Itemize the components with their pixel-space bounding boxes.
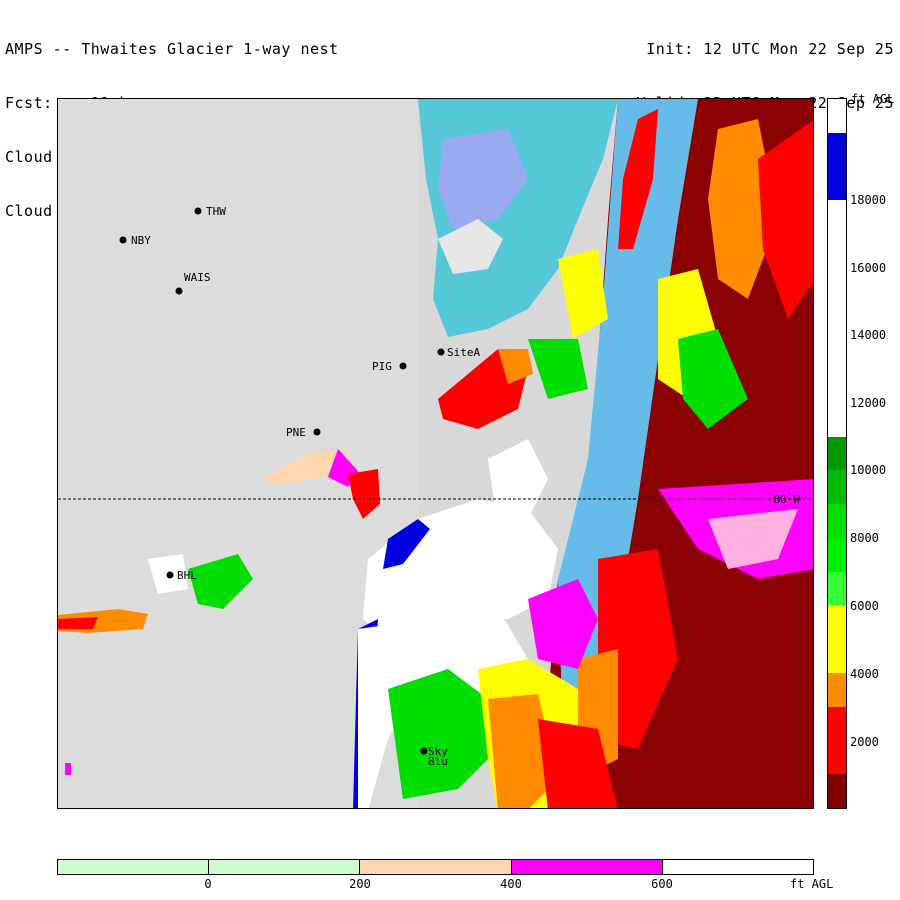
- colorbar-segment: [828, 402, 846, 437]
- svg-text:PNE: PNE: [286, 426, 306, 439]
- svg-text:Blu: Blu: [428, 755, 448, 768]
- hbar-segment: [360, 860, 512, 874]
- svg-text:THW: THW: [206, 205, 226, 218]
- hbar-segment: [662, 860, 814, 874]
- forecast-label: Fcst:: [5, 94, 53, 112]
- colorbar-tick-14000: 14000: [850, 328, 887, 342]
- colorbar-segment: [828, 774, 846, 809]
- hbar-tick-0: 0: [204, 877, 212, 891]
- colorbar-segment: [828, 99, 846, 133]
- colorbar-horizontal: [57, 859, 814, 875]
- station-blu: Blu: [428, 755, 448, 768]
- colorbar-segment: [828, 673, 846, 707]
- colorbar-segment: [828, 335, 846, 370]
- svg-text:PIG: PIG: [372, 360, 392, 373]
- parallel-label-80w: 80 W: [774, 493, 801, 506]
- colorbar-segment: [828, 639, 846, 674]
- colorbar-segment: [828, 301, 846, 336]
- colorbar-segment: [828, 470, 846, 505]
- colorbar-segment: [828, 504, 846, 538]
- colorbar-tick-6000: 6000: [850, 599, 879, 613]
- colorbar-tick-2000: 2000: [850, 735, 879, 749]
- colorbar-segment: [828, 132, 846, 167]
- hbar-segment: [209, 860, 361, 874]
- svg-text:SiteA: SiteA: [447, 346, 480, 359]
- colorbar-segment: [828, 369, 846, 403]
- hbar-tick-200: 200: [349, 877, 371, 891]
- colorbar-segment: [828, 605, 846, 640]
- colorbar-segment: [828, 234, 846, 268]
- colorbar-tick-4000: 4000: [850, 667, 879, 681]
- colorbar-segment: [828, 706, 846, 741]
- colorbar-segment: [828, 571, 846, 606]
- hbar-tick-600: 600: [651, 877, 673, 891]
- colorbar-tick-10000: 10000: [850, 463, 887, 477]
- svg-text:BHL: BHL: [177, 569, 197, 582]
- colorbar-segment: [828, 166, 846, 201]
- colorbar-vertical: [827, 98, 847, 809]
- svg-text:WAIS: WAIS: [184, 271, 211, 284]
- map-panel: 80 W THW NBY WAIS SiteA PIG PNE BHL Sky …: [57, 98, 814, 809]
- colorbar-segment: [828, 436, 846, 471]
- colorbar-tick-16000: 16000: [850, 261, 887, 275]
- colorbar-segment: [828, 537, 846, 572]
- map-title: AMPS -- Thwaites Glacier 1-way nest: [5, 40, 339, 58]
- region-magenta-dot: [65, 763, 71, 775]
- init-time: Init: 12 UTC Mon 22 Sep 25: [646, 40, 894, 58]
- hbar-segment: [511, 860, 663, 874]
- colorbar-tick-8000: 8000: [850, 531, 879, 545]
- map-svg: 80 W THW NBY WAIS SiteA PIG PNE BHL Sky …: [58, 99, 813, 808]
- hbar-segment: [58, 860, 210, 874]
- colorbar-tick-18000: 18000: [850, 193, 887, 207]
- colorbar-tick-12000: 12000: [850, 396, 887, 410]
- hbar-tick-400: 400: [500, 877, 522, 891]
- hbar-unit: ft AGL: [790, 877, 834, 891]
- region-red-west: [58, 617, 98, 629]
- colorbar-unit: ft AGL: [851, 92, 895, 106]
- colorbar-segment: [828, 200, 846, 235]
- colorbar-segment: [828, 267, 846, 302]
- svg-text:NBY: NBY: [131, 234, 151, 247]
- colorbar-segment: [828, 740, 846, 775]
